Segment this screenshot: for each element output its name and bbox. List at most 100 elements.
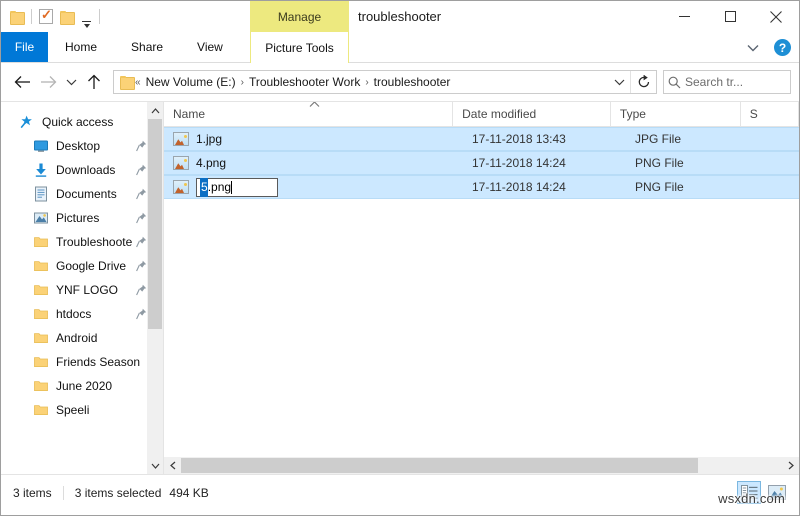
contextual-tab-group-manage[interactable]: Manage <box>250 1 349 32</box>
qat-divider-1 <box>31 9 32 24</box>
tab-picture-tools[interactable]: Picture Tools <box>250 32 349 63</box>
scroll-up-icon[interactable] <box>147 102 163 119</box>
address-bar[interactable]: « New Volume (E:) › Troubleshooter Work … <box>113 70 657 94</box>
back-button[interactable] <box>9 69 35 95</box>
scrollbar-track[interactable] <box>181 457 782 474</box>
sidebar-item-quick-access[interactable]: Quick access <box>1 110 163 134</box>
breadcrumb-item-0[interactable]: New Volume (E:) <box>142 75 240 89</box>
breadcrumb: « New Volume (E:) › Troubleshooter Work … <box>134 75 608 89</box>
pin-icon[interactable] <box>136 140 147 155</box>
properties-icon[interactable] <box>39 7 53 24</box>
help-icon[interactable]: ? <box>774 39 791 56</box>
folder-icon <box>33 282 49 298</box>
breadcrumb-item-1[interactable]: Troubleshooter Work <box>245 75 364 89</box>
chevron-down-icon[interactable] <box>742 37 764 59</box>
pin-icon[interactable] <box>136 236 147 251</box>
file-list-horizontal-scrollbar[interactable] <box>164 457 799 474</box>
tab-share[interactable]: Share <box>114 32 180 62</box>
breadcrumb-overflow[interactable]: « <box>134 77 142 88</box>
address-dropdown-icon[interactable] <box>608 71 630 93</box>
large-icons-view-button[interactable] <box>765 481 789 504</box>
window-title: troubleshooter <box>358 9 442 24</box>
table-row[interactable]: 5 .png 17-11-2018 14:24 PNG File <box>164 175 799 199</box>
file-name: 4.png <box>196 156 227 170</box>
main-content: Quick access Desktop Downloads Documents… <box>1 101 799 474</box>
scroll-left-icon[interactable] <box>164 457 181 474</box>
sidebar-item-label: Google Drive <box>56 259 127 273</box>
maximize-button[interactable] <box>707 1 753 32</box>
column-headers: Name Date modified Type S <box>164 102 799 127</box>
sidebar-item-pictures[interactable]: Pictures <box>1 206 163 230</box>
desktop-icon <box>33 138 49 154</box>
status-total-size: 494 KB <box>169 485 209 500</box>
sidebar-item-label: YNF LOGO <box>56 283 119 297</box>
scroll-right-icon[interactable] <box>782 457 799 474</box>
quick-access-toolbar <box>1 1 100 32</box>
minimize-button[interactable] <box>661 1 707 32</box>
window-controls <box>661 1 799 32</box>
refresh-icon[interactable] <box>630 71 656 93</box>
scrollbar-thumb[interactable] <box>181 458 698 473</box>
rename-input[interactable]: 5 .png <box>196 177 278 197</box>
scrollbar-track[interactable] <box>147 119 163 457</box>
file-name-cell[interactable]: 4.png <box>164 156 463 170</box>
table-row[interactable]: 4.png 17-11-2018 14:24 PNG File <box>164 151 799 175</box>
column-header-name[interactable]: Name <box>164 102 454 127</box>
file-name-cell[interactable]: 1.jpg <box>164 132 463 146</box>
navigation-pane-scrollbar[interactable] <box>147 102 163 474</box>
new-folder-icon[interactable] <box>60 10 75 25</box>
sidebar-item-label: Troubleshoote <box>56 235 133 249</box>
column-header-type[interactable]: Type <box>611 102 741 127</box>
pin-icon[interactable] <box>136 164 147 179</box>
file-date-cell: 17-11-2018 13:43 <box>472 132 566 146</box>
sidebar-item-speeli[interactable]: Speeli <box>1 398 163 422</box>
breadcrumb-item-2[interactable]: troubleshooter <box>370 75 455 89</box>
column-header-date-modified[interactable]: Date modified <box>453 102 611 127</box>
status-item-count: 3 items <box>13 485 52 500</box>
sidebar-item-htdocs[interactable]: htdocs <box>1 302 163 326</box>
table-row[interactable]: 1.jpg 17-11-2018 13:43 JPG File <box>164 127 799 151</box>
sidebar-item-friends-season-1[interactable]: Friends Season 1 <box>1 350 163 374</box>
sidebar-item-android[interactable]: Android <box>1 326 163 350</box>
downloads-icon <box>33 162 49 178</box>
file-name-cell[interactable]: 5 .png <box>164 177 463 197</box>
sidebar-item-ynf-logo[interactable]: YNF LOGO <box>1 278 163 302</box>
scroll-down-icon[interactable] <box>147 457 163 474</box>
search-placeholder: Search tr... <box>685 75 744 89</box>
up-button[interactable] <box>81 69 107 95</box>
sidebar-item-label: htdocs <box>56 307 92 321</box>
title-bar: Manage troubleshooter <box>1 1 799 32</box>
pin-icon[interactable] <box>136 284 147 299</box>
file-date-cell: 17-11-2018 14:24 <box>472 180 566 194</box>
pin-icon[interactable] <box>136 188 147 203</box>
pin-icon[interactable] <box>136 260 147 275</box>
file-explorer-window: Manage troubleshooter File Home Share <box>0 0 800 516</box>
column-header-size[interactable]: S <box>741 102 799 127</box>
sidebar-item-documents[interactable]: Documents <box>1 182 163 206</box>
pin-icon[interactable] <box>136 308 147 323</box>
folder-icon <box>33 234 49 250</box>
tab-file[interactable]: File <box>1 32 48 62</box>
tab-view[interactable]: View <box>180 32 240 62</box>
sidebar-item-desktop[interactable]: Desktop <box>1 134 163 158</box>
pin-icon[interactable] <box>136 212 147 227</box>
details-view-button[interactable] <box>737 481 761 504</box>
sidebar-item-june-2020[interactable]: June 2020 <box>1 374 163 398</box>
search-input[interactable]: Search tr... <box>663 70 791 94</box>
sidebar-item-troubleshooter[interactable]: Troubleshoote <box>1 230 163 254</box>
file-rows: 1.jpg 17-11-2018 13:43 JPG File 4.png 17… <box>164 127 799 199</box>
image-file-icon <box>173 132 189 146</box>
tab-home[interactable]: Home <box>48 32 114 62</box>
sidebar-item-label: Android <box>56 331 98 345</box>
close-button[interactable] <box>753 1 799 32</box>
recent-locations-button[interactable] <box>61 69 81 95</box>
sidebar-item-downloads[interactable]: Downloads <box>1 158 163 182</box>
scrollbar-thumb[interactable] <box>148 119 162 329</box>
folder-icon <box>33 354 49 370</box>
status-selected-count: 3 items selected <box>74 485 162 500</box>
sidebar-item-label: Documents <box>56 187 117 201</box>
search-icon <box>668 76 681 88</box>
sidebar-item-google-drive[interactable]: Google Drive <box>1 254 163 278</box>
view-mode-buttons <box>737 481 789 504</box>
explorer-app-icon <box>10 10 25 25</box>
